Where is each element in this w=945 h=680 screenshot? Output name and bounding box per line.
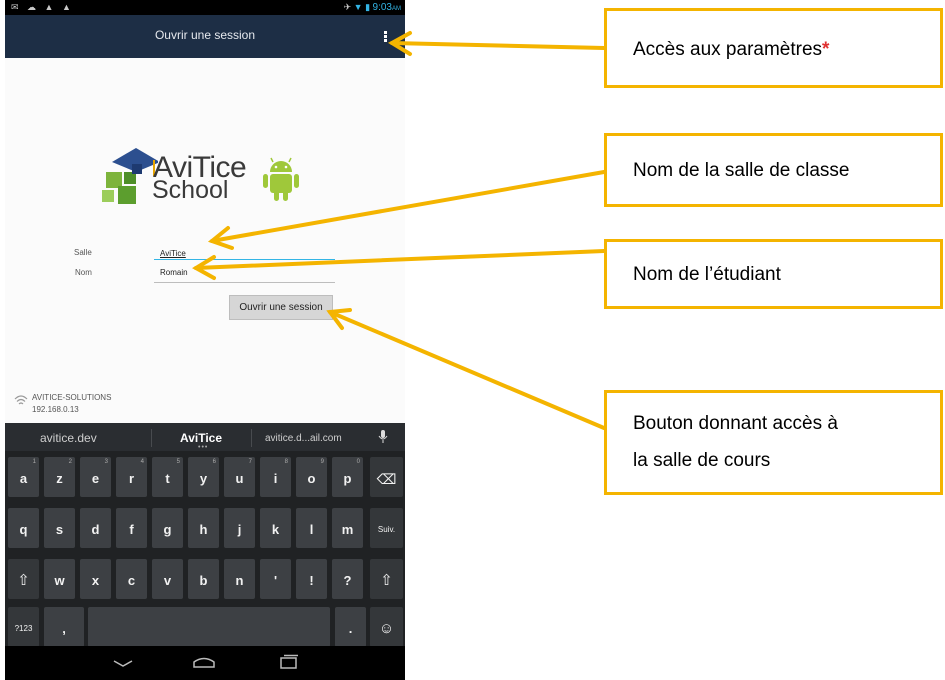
arrow-room	[210, 170, 606, 243]
callout-settings: Accès aux paramètres*	[604, 8, 943, 88]
callout-button-line1: Bouton donnant accès à	[633, 413, 838, 434]
arrow-button	[328, 310, 606, 430]
arrow-settings	[390, 41, 606, 50]
callout-button-line2: la salle de cours	[633, 450, 771, 471]
callout-room-text: Nom de la salle de classe	[633, 160, 850, 181]
callout-student: Nom de l’étudiant	[604, 239, 943, 309]
arrow-student	[194, 249, 606, 270]
callout-arrows	[192, 31, 606, 430]
callout-room: Nom de la salle de classe	[604, 133, 943, 207]
callout-asterisk: *	[822, 39, 830, 60]
callout-settings-label: Accès aux paramètres	[633, 39, 823, 60]
callout-button: Bouton donnant accès à la salle de cours	[604, 390, 943, 495]
callout-settings-text: Accès aux paramètres*	[633, 39, 829, 61]
callout-student-text: Nom de l’étudiant	[633, 264, 781, 285]
